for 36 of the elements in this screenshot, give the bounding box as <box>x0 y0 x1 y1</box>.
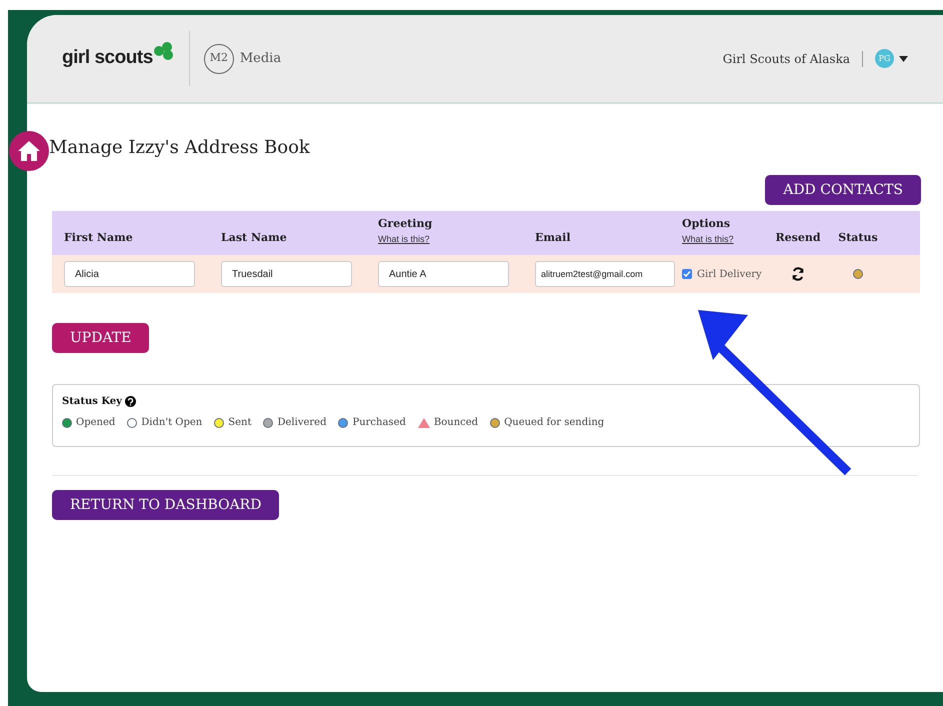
status-label: Sent <box>228 416 252 430</box>
trefoil-icon <box>152 42 175 62</box>
home-icon <box>17 140 41 162</box>
column-header: Greeting <box>378 216 434 232</box>
add-contacts-button[interactable]: ADD CONTACTS <box>765 175 921 205</box>
caret-icon[interactable] <box>899 56 908 62</box>
column-header: Last Name <box>221 230 288 246</box>
partner-mark: M2 <box>204 44 234 74</box>
partner-name: Media <box>240 50 282 68</box>
option-label: Girl Delivery <box>697 268 762 282</box>
status-label: Purchased <box>352 416 406 430</box>
page-title: Manage Izzy's Address Book <box>49 136 310 160</box>
text-field[interactable]: Alicia <box>64 261 195 288</box>
status-label: Didn't Open <box>141 416 202 430</box>
refresh-icon[interactable] <box>791 267 805 281</box>
column-header: Email <box>535 230 572 246</box>
help-icon[interactable] <box>124 396 136 407</box>
checkbox[interactable] <box>682 269 692 279</box>
status-label: Bounced <box>434 416 478 430</box>
column-header: Options <box>682 216 732 232</box>
status-label: Queued for sending <box>504 416 604 430</box>
text-field[interactable]: Truesdail <box>221 261 352 288</box>
help-link[interactable]: What is this? <box>378 232 535 246</box>
column-header: Resend <box>775 230 821 246</box>
status-key-title: Status Key <box>62 395 122 409</box>
update-button[interactable]: UPDATE <box>52 323 150 353</box>
column-header: Status <box>838 230 878 246</box>
return-to-dashboard-button[interactable]: RETURN TO DASHBOARD <box>52 490 280 520</box>
text-field[interactable]: Auntie A <box>378 261 509 288</box>
column-header: First Name <box>64 230 134 246</box>
text-field[interactable]: alitruem2test@gmail.com <box>535 261 675 287</box>
logo: girl scouts <box>62 46 153 70</box>
help-link[interactable]: What is this? <box>682 232 768 246</box>
status-label: Delivered <box>277 416 326 430</box>
council-name: Girl Scouts of Alaska <box>722 50 850 68</box>
status-label: Opened <box>76 416 116 430</box>
